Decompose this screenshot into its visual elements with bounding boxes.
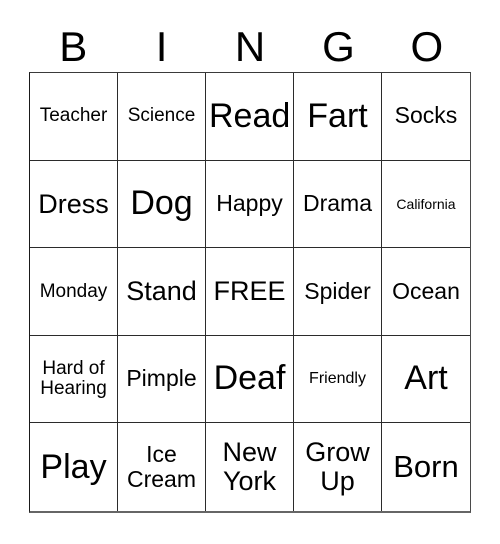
bingo-cell[interactable]: Ice Cream bbox=[118, 423, 206, 511]
bingo-cell-label: Teacher bbox=[39, 105, 108, 127]
bingo-cell-label: California bbox=[396, 195, 456, 212]
bingo-cell-label: Fart bbox=[307, 96, 368, 135]
bingo-cell-label: Play bbox=[40, 447, 107, 486]
bingo-cell-label: Read bbox=[209, 96, 291, 135]
bingo-cell[interactable]: Dress bbox=[30, 160, 118, 249]
bingo-cell[interactable]: Grow Up bbox=[294, 423, 382, 511]
bingo-cell-label: Ocean bbox=[392, 277, 460, 304]
bingo-cell-label: Friendly bbox=[309, 369, 366, 387]
header-letter-o: O bbox=[410, 23, 444, 70]
bingo-cell[interactable]: Happy bbox=[206, 160, 294, 249]
bingo-cell-label: Hard of Hearing bbox=[40, 357, 107, 400]
bingo-cell-label: FREE bbox=[213, 276, 286, 307]
bingo-cell[interactable]: Science bbox=[118, 73, 206, 161]
bingo-cell-label: Grow Up bbox=[305, 437, 370, 497]
header-letter-n: N bbox=[234, 23, 266, 70]
bingo-cell-label: Dress bbox=[38, 188, 109, 219]
bingo-cell-label: Stand bbox=[126, 276, 197, 307]
bingo-header-row: B I N G O bbox=[29, 22, 471, 72]
bingo-cell-label: Ice Cream bbox=[126, 441, 196, 493]
bingo-cell-label: Science bbox=[127, 105, 196, 127]
bingo-cell-label: Pimple bbox=[126, 365, 197, 392]
header-letter-b: B bbox=[59, 23, 88, 70]
bingo-cell[interactable]: Socks bbox=[382, 73, 470, 161]
bingo-cell[interactable]: Dog bbox=[118, 160, 206, 249]
bingo-grid: Teacher Science Read Fart Socks Dress Dog Happy… bbox=[29, 72, 471, 513]
bingo-cell[interactable]: Pimple bbox=[118, 335, 206, 424]
bingo-cell[interactable]: California bbox=[382, 160, 470, 249]
bingo-cell[interactable]: Drama bbox=[294, 160, 382, 249]
bingo-cell[interactable]: Friendly bbox=[294, 335, 382, 424]
bingo-cell[interactable]: Monday bbox=[30, 248, 118, 336]
bingo-cell[interactable]: Spider bbox=[294, 248, 382, 336]
bingo-cell[interactable]: Art bbox=[382, 335, 470, 424]
header-letter-i: I bbox=[155, 23, 168, 70]
bingo-cell[interactable]: Hard of Hearing bbox=[30, 335, 118, 424]
bingo-card: B I N G O Teacher Science Read Fart Socks Dre… bbox=[0, 0, 500, 544]
bingo-cell-label: Socks bbox=[394, 102, 458, 129]
bingo-cell[interactable]: Born bbox=[382, 423, 470, 511]
bingo-cell-label: Born bbox=[393, 449, 459, 485]
bingo-cell[interactable]: Play bbox=[30, 423, 118, 511]
bingo-cell-label: Spider bbox=[304, 277, 371, 304]
header-letter-g: G bbox=[322, 23, 355, 70]
bingo-cell[interactable]: Teacher bbox=[30, 73, 118, 161]
bingo-cell-label: Deaf bbox=[213, 359, 286, 398]
bingo-cell[interactable]: Stand bbox=[118, 248, 206, 336]
bingo-cell-label: New York bbox=[222, 437, 277, 497]
bingo-cell-free[interactable]: FREE bbox=[206, 248, 294, 336]
bingo-cell[interactable]: New York bbox=[206, 423, 294, 511]
bingo-cell-label: Art bbox=[404, 359, 448, 398]
bingo-cell[interactable]: Deaf bbox=[206, 335, 294, 424]
bingo-cell-label: Drama bbox=[302, 189, 372, 216]
bingo-cell[interactable]: Read bbox=[206, 73, 294, 161]
bingo-cell[interactable]: Fart bbox=[294, 73, 382, 161]
bingo-cell-label: Happy bbox=[216, 189, 283, 216]
bingo-cell-label: Dog bbox=[130, 184, 193, 223]
bingo-cell-label: Monday bbox=[39, 280, 108, 302]
bingo-cell[interactable]: Ocean bbox=[382, 248, 470, 336]
